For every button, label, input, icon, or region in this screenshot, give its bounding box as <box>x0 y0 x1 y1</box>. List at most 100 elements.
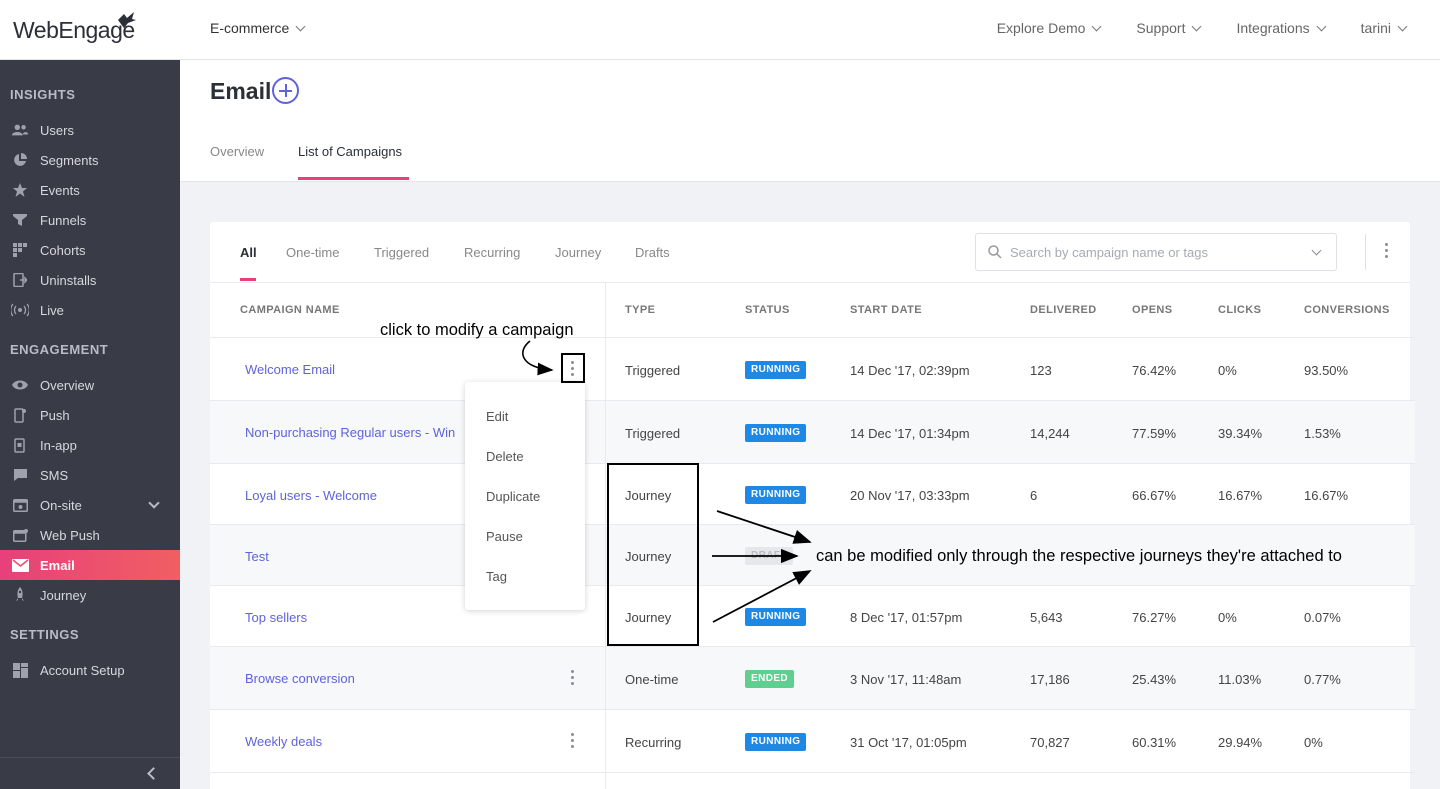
table-row[interactable]: Browse conversion One-time ENDED 3 Nov '… <box>210 646 1415 709</box>
campaign-name-link[interactable]: Welcome Email <box>245 362 335 377</box>
delivered-count: 123 <box>1030 363 1052 378</box>
delivered-count: 70,827 <box>1030 735 1070 750</box>
status-badge: RUNNING <box>745 361 807 379</box>
sidebar-item-funnels[interactable]: Funnels <box>0 205 180 235</box>
table-row[interactable]: Loyal users - Welcome Journey RUNNING 20… <box>210 463 1415 524</box>
column-header-opens[interactable]: OPENS <box>1132 304 1173 316</box>
menu-item-pause[interactable]: Pause <box>486 529 523 544</box>
mail-icon <box>11 558 29 572</box>
campaign-type: Recurring <box>625 735 682 750</box>
status-badge: RUNNING <box>745 608 807 626</box>
sidebar-item-users[interactable]: Users <box>0 115 180 145</box>
sidebar-section-settings: SETTINGS <box>10 627 80 642</box>
filter-tab-all[interactable]: All <box>240 245 257 260</box>
sidebar: INSIGHTS Users Segments Events Funnels C… <box>0 60 180 789</box>
filter-tab-triggered[interactable]: Triggered <box>374 245 429 260</box>
campaign-name-link[interactable]: Weekly deals <box>245 734 322 749</box>
tab-list-of-campaigns[interactable]: List of Campaigns <box>298 144 402 159</box>
top-bar: WebEngage E-commerce Explore Demo Suppor… <box>0 0 1440 60</box>
menu-item-edit[interactable]: Edit <box>486 409 508 424</box>
tab-overview[interactable]: Overview <box>210 144 264 159</box>
sidebar-item-label: Email <box>40 557 75 573</box>
filter-tab-journey[interactable]: Journey <box>555 245 601 260</box>
chevron-down-icon[interactable] <box>148 497 160 509</box>
sidebar-item-label: Account Setup <box>40 662 125 678</box>
chevron-down-icon <box>1316 21 1327 31</box>
campaign-name-link[interactable]: Loyal users - Welcome <box>245 488 377 503</box>
sidebar-item-label: Uninstalls <box>40 272 97 288</box>
campaign-name-link[interactable]: Test <box>245 549 269 564</box>
filter-tab-one-time[interactable]: One-time <box>286 245 339 260</box>
campaign-name-link[interactable]: Browse conversion <box>245 671 355 686</box>
filter-tab-drafts[interactable]: Drafts <box>635 245 670 260</box>
sidebar-item-label: Events <box>40 182 80 198</box>
eye-icon <box>11 378 29 392</box>
column-header-campaign-name[interactable]: CAMPAIGN NAME <box>240 304 340 316</box>
search-input[interactable] <box>1010 234 1300 270</box>
menu-item-tag[interactable]: Tag <box>486 569 507 584</box>
menu-item-duplicate[interactable]: Duplicate <box>486 489 540 504</box>
collapse-sidebar-icon[interactable] <box>147 767 160 780</box>
start-date: 14 Dec '17, 02:39pm <box>850 363 970 378</box>
nav-label: Explore Demo <box>996 20 1086 36</box>
conversions-rate: 0% <box>1304 735 1323 750</box>
row-actions-icon[interactable] <box>571 670 575 688</box>
sidebar-item-uninstalls[interactable]: Uninstalls <box>0 265 180 295</box>
column-header-delivered[interactable]: DELIVERED <box>1030 304 1097 316</box>
column-header-type[interactable]: TYPE <box>625 304 655 316</box>
table-row[interactable]: Non-purchasing Regular users - Win Trigg… <box>210 400 1415 463</box>
column-header-status[interactable]: STATUS <box>745 304 790 316</box>
sidebar-item-overview[interactable]: Overview <box>0 370 180 400</box>
filter-tab-recurring[interactable]: Recurring <box>464 245 520 260</box>
active-tab-indicator <box>298 177 409 180</box>
nav-user-menu[interactable]: tarini <box>1361 20 1408 36</box>
chevron-down-icon <box>1091 21 1102 31</box>
table-row[interactable]: Welcome Email Triggered RUNNING 14 Dec '… <box>210 337 1415 400</box>
column-header-clicks[interactable]: CLICKS <box>1218 304 1261 316</box>
sidebar-item-on-site[interactable]: On-site <box>0 490 180 520</box>
grid-settings-icon <box>11 662 29 678</box>
sidebar-item-web-push[interactable]: Web Push <box>0 520 180 550</box>
opens-rate: 76.27% <box>1132 610 1177 625</box>
sidebar-item-push[interactable]: Push <box>0 400 180 430</box>
nav-support[interactable]: Support <box>1136 20 1202 36</box>
web-push-icon <box>11 528 29 542</box>
nav-label: Support <box>1136 20 1186 36</box>
row-actions-icon[interactable] <box>571 733 575 751</box>
chevron-down-icon[interactable] <box>1311 245 1322 256</box>
webengage-logo[interactable]: WebEngage <box>13 12 136 48</box>
delivered-count: 6 <box>1030 488 1038 503</box>
sidebar-item-sms[interactable]: SMS <box>0 460 180 490</box>
sidebar-item-cohorts[interactable]: Cohorts <box>0 235 180 265</box>
sidebar-section-insights: INSIGHTS <box>10 87 76 102</box>
project-selector[interactable]: E-commerce <box>210 20 306 36</box>
sidebar-item-email[interactable]: Email <box>0 550 180 580</box>
campaign-search[interactable] <box>975 233 1337 271</box>
sidebar-item-live[interactable]: Live <box>0 295 180 325</box>
sidebar-item-label: Users <box>40 122 74 138</box>
sidebar-item-segments[interactable]: Segments <box>0 145 180 175</box>
sidebar-item-journey[interactable]: Journey <box>0 580 180 610</box>
status-badge: RUNNING <box>745 424 807 442</box>
column-header-conversions[interactable]: CONVERSIONS <box>1304 304 1390 316</box>
sidebar-item-in-app[interactable]: In-app <box>0 430 180 460</box>
campaign-name-link[interactable]: Non-purchasing Regular users - Win <box>245 425 455 440</box>
sidebar-item-events[interactable]: Events <box>0 175 180 205</box>
more-options-icon[interactable] <box>1385 243 1389 261</box>
nav-explore-demo[interactable]: Explore Demo <box>996 20 1102 36</box>
add-campaign-button[interactable] <box>272 77 299 104</box>
nav-integrations[interactable]: Integrations <box>1236 20 1327 36</box>
clicks-rate: 29.94% <box>1218 735 1263 750</box>
menu-item-delete[interactable]: Delete <box>486 449 524 464</box>
status-badge: DRAFT <box>745 547 793 565</box>
chevron-down-icon <box>295 21 306 31</box>
table-row[interactable] <box>210 772 1415 789</box>
table-row[interactable]: Weekly deals Recurring RUNNING 31 Oct '1… <box>210 709 1415 772</box>
sidebar-item-label: Overview <box>40 377 95 393</box>
column-header-start-date[interactable]: START DATE <box>850 304 922 316</box>
table-row[interactable]: Top sellers Journey RUNNING 8 Dec '17, 0… <box>210 585 1415 646</box>
sidebar-item-account-setup[interactable]: Account Setup <box>0 655 180 685</box>
campaign-name-link[interactable]: Top sellers <box>245 610 307 625</box>
clicks-rate: 11.03% <box>1218 672 1262 687</box>
annotation-modify-hint: click to modify a campaign <box>380 321 574 339</box>
